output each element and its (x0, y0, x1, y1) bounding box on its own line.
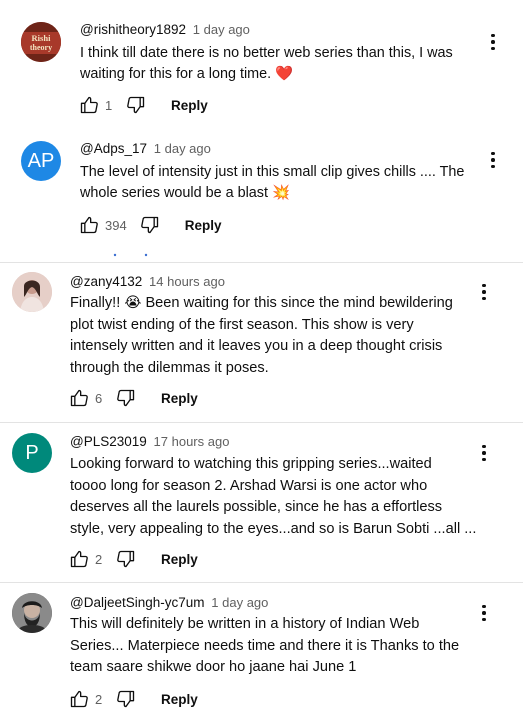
svg-text:theory: theory (30, 43, 52, 52)
like-count: 1 (105, 97, 113, 113)
thumbs-down-icon[interactable] (115, 387, 137, 409)
comment-time[interactable]: 1 day ago (193, 22, 250, 37)
more-vert-icon[interactable] (474, 441, 494, 465)
svg-text:Rishi: Rishi (32, 33, 52, 43)
faded-divider (113, 253, 148, 257)
comment-time[interactable]: 14 hours ago (149, 274, 225, 289)
like-count: 394 (105, 217, 127, 233)
avatar[interactable]: AP (21, 141, 61, 181)
section-divider (0, 262, 523, 263)
more-vert-icon[interactable] (474, 601, 494, 625)
thumbs-down-icon[interactable] (115, 688, 137, 710)
more-vert-icon[interactable] (474, 280, 494, 304)
avatar[interactable]: Rishi theory (21, 22, 61, 62)
author-handle[interactable]: @Adps_17 (80, 141, 147, 156)
comment-text: I think till date there is no better web… (80, 45, 453, 82)
reply-button[interactable]: Reply (161, 391, 198, 406)
comment-actions: 394 Reply (78, 213, 221, 237)
more-vert-icon[interactable] (483, 148, 503, 172)
thumbs-up-icon[interactable] (78, 214, 100, 236)
author-handle[interactable]: @PLS23019 (70, 434, 147, 449)
comment-actions: 2 Reply (68, 687, 198, 711)
thumbs-up-icon[interactable] (68, 688, 90, 710)
comment-header: @PLS23019 17 hours ago (70, 434, 229, 449)
reply-button[interactable]: Reply (185, 218, 222, 233)
comment-header: @Adps_17 1 day ago (80, 141, 211, 156)
comment-text: This will definitely be written in a his… (70, 616, 460, 675)
comment-actions: 1 Reply (78, 93, 208, 117)
author-handle[interactable]: @zany4132 (70, 274, 142, 289)
avatar-image (12, 272, 52, 312)
avatar-image (12, 593, 52, 633)
avatar-initials: P (25, 441, 39, 464)
author-handle[interactable]: @rishitheory1892 (80, 22, 186, 37)
comment-header: @zany4132 14 hours ago (70, 274, 225, 289)
like-count: 2 (95, 551, 103, 567)
more-vert-icon[interactable] (483, 30, 503, 54)
comment-header: @rishitheory1892 1 day ago (80, 22, 250, 37)
thumbs-up-icon[interactable] (68, 387, 90, 409)
thumbs-down-icon[interactable] (139, 214, 161, 236)
thumbs-down-icon[interactable] (115, 548, 137, 570)
comment-text: The level of intensity just in this smal… (80, 164, 465, 201)
avatar[interactable] (12, 272, 52, 312)
author-handle[interactable]: @DaljeetSingh-yc7um (70, 595, 205, 610)
comment-time[interactable]: 17 hours ago (154, 434, 230, 449)
reply-button[interactable]: Reply (171, 98, 208, 113)
thumbs-up-icon[interactable] (68, 548, 90, 570)
thumbs-down-icon[interactable] (125, 94, 147, 116)
reply-button[interactable]: Reply (161, 552, 198, 567)
avatar[interactable] (12, 593, 52, 633)
comment-time[interactable]: 1 day ago (154, 141, 211, 156)
avatar[interactable]: P (12, 433, 52, 473)
comment-text: Looking forward to watching this grippin… (70, 456, 477, 537)
comment-time[interactable]: 1 day ago (211, 595, 268, 610)
like-count: 2 (95, 691, 103, 707)
section-divider (0, 582, 523, 583)
section-divider (0, 422, 523, 423)
comment-actions: 2 Reply (68, 547, 198, 571)
comment-header: @DaljeetSingh-yc7um 1 day ago (70, 595, 268, 610)
thumbs-up-icon[interactable] (78, 94, 100, 116)
reply-button[interactable]: Reply (161, 692, 198, 707)
comment-actions: 6 Reply (68, 386, 198, 410)
avatar-image: Rishi theory (21, 22, 61, 62)
avatar-initials: AP (27, 149, 55, 172)
like-count: 6 (95, 390, 103, 406)
comment-text: Finally!! 😭 Been waiting for this since … (70, 295, 453, 376)
